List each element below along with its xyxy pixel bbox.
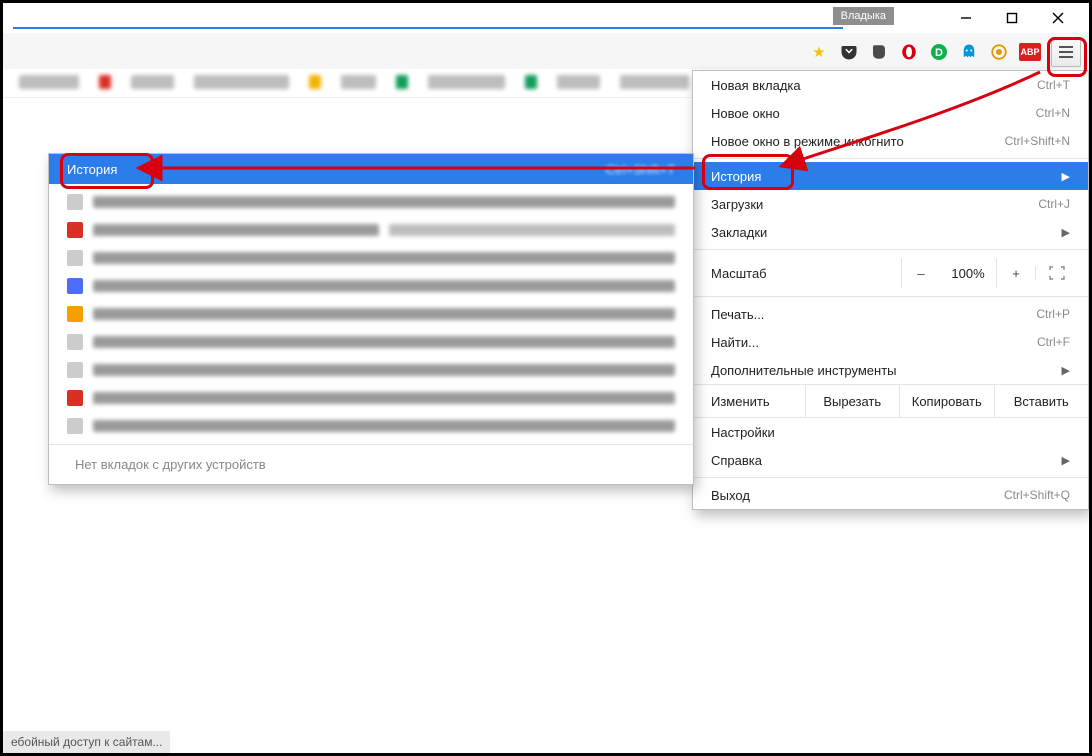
ghostery-icon[interactable] — [959, 42, 979, 62]
chevron-right-icon: ▶ — [1062, 364, 1070, 377]
fullscreen-button[interactable] — [1035, 266, 1078, 280]
history-submenu-header[interactable]: История Ctrl+Shift+T — [49, 154, 693, 184]
browser-toolbar: ★ D ABP — [3, 33, 1089, 70]
history-item[interactable] — [49, 328, 693, 356]
main-menu-button[interactable] — [1051, 37, 1081, 67]
menu-exit[interactable]: ВыходCtrl+Shift+Q — [693, 481, 1088, 509]
history-item[interactable] — [49, 300, 693, 328]
profile-badge[interactable]: Владыка — [833, 7, 894, 25]
history-item[interactable] — [49, 412, 693, 440]
chevron-right-icon: ▶ — [1062, 226, 1070, 239]
menu-incognito[interactable]: Новое окно в режиме инкогнитоCtrl+Shift+… — [693, 127, 1088, 155]
window-titlebar: Владыка — [3, 3, 1089, 33]
window-minimize-button[interactable] — [943, 3, 989, 33]
history-submenu: История Ctrl+Shift+T Нет вкладок с други… — [48, 153, 694, 485]
menu-new-window[interactable]: Новое окноCtrl+N — [693, 99, 1088, 127]
menu-zoom: Масштаб – 100% + — [693, 253, 1088, 293]
history-item[interactable] — [49, 188, 693, 216]
menu-edit-label: Изменить — [693, 384, 806, 418]
zoom-in-button[interactable]: + — [996, 258, 1035, 288]
menu-new-tab[interactable]: Новая вкладкаCtrl+T — [693, 71, 1088, 99]
chevron-right-icon: ▶ — [1062, 454, 1070, 467]
menu-print[interactable]: Печать...Ctrl+P — [693, 300, 1088, 328]
opera-icon[interactable] — [899, 42, 919, 62]
menu-help[interactable]: Справка▶ — [693, 446, 1088, 474]
menu-settings[interactable]: Настройки — [693, 418, 1088, 446]
history-item[interactable] — [49, 272, 693, 300]
status-bar: ебойный доступ к сайтам... — [3, 731, 170, 753]
history-item[interactable] — [49, 384, 693, 412]
dashlane-icon[interactable]: D — [929, 42, 949, 62]
zoom-value: 100% — [940, 266, 996, 281]
menu-more-tools[interactable]: Дополнительные инструменты▶ — [693, 356, 1088, 384]
window-close-button[interactable] — [1035, 3, 1081, 33]
svg-text:D: D — [935, 47, 943, 59]
menu-downloads[interactable]: ЗагрузкиCtrl+J — [693, 190, 1088, 218]
zoom-out-button[interactable]: – — [901, 258, 940, 288]
wot-icon[interactable] — [989, 42, 1009, 62]
pocket-icon[interactable] — [839, 42, 859, 62]
main-menu: Новая вкладкаCtrl+T Новое окноCtrl+N Нов… — [692, 70, 1089, 510]
adblock-icon[interactable]: ABP — [1019, 43, 1041, 61]
history-item[interactable] — [49, 244, 693, 272]
menu-paste[interactable]: Вставить — [995, 384, 1089, 418]
menu-bookmarks[interactable]: Закладки▶ — [693, 218, 1088, 246]
menu-copy[interactable]: Копировать — [900, 384, 995, 418]
star-icon[interactable]: ★ — [809, 42, 829, 62]
menu-cut[interactable]: Вырезать — [806, 384, 901, 418]
history-item[interactable] — [49, 216, 693, 244]
menu-edit-row: Изменить Вырезать Копировать Вставить — [693, 384, 1088, 418]
chevron-right-icon: ▶ — [1062, 170, 1070, 183]
menu-history[interactable]: История▶ — [693, 162, 1088, 190]
evernote-icon[interactable] — [869, 42, 889, 62]
menu-find[interactable]: Найти...Ctrl+F — [693, 328, 1088, 356]
history-no-tabs-label: Нет вкладок с других устройств — [49, 444, 693, 484]
window-maximize-button[interactable] — [989, 3, 1035, 33]
history-item[interactable] — [49, 356, 693, 384]
